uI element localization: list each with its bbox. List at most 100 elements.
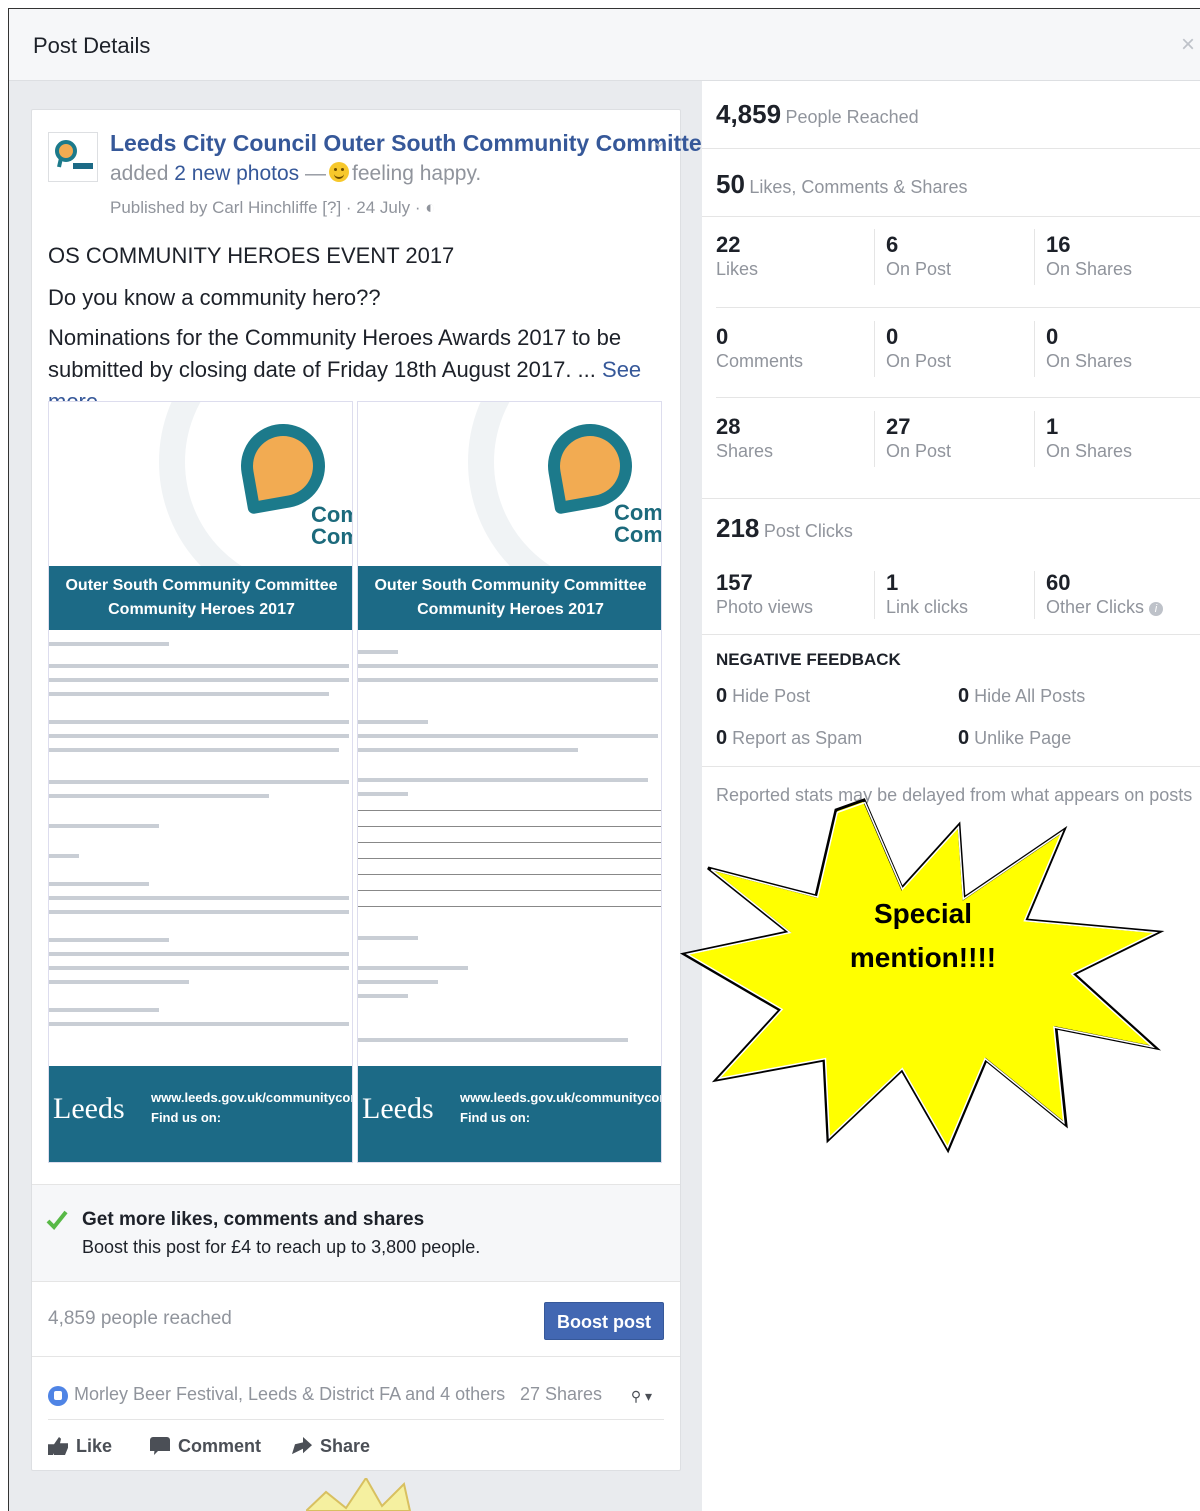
- poster-text-line: [358, 980, 438, 984]
- stat-label: On Post: [886, 351, 952, 371]
- partial-burst-bottom: [306, 1478, 412, 1511]
- divider: [874, 321, 875, 377]
- checkmark-icon: [46, 1210, 68, 1230]
- stat-label: Other Clicks i: [1046, 595, 1164, 619]
- like-label: Like: [76, 1436, 113, 1456]
- poster-photo-1[interactable]: CommComm Outer South Community Committee…: [48, 401, 353, 1163]
- boost-post-button[interactable]: Boost post: [544, 1302, 664, 1340]
- like-button[interactable]: Like: [48, 1436, 112, 1457]
- leeds-logo: Leeds: [362, 1092, 434, 1125]
- likers-link[interactable]: Morley Beer Festival, Leeds & District F…: [74, 1384, 505, 1405]
- stat-number: 1: [886, 570, 899, 595]
- stat-number: 0: [958, 685, 970, 707]
- clicks-label: Post Clicks: [763, 521, 853, 541]
- poster-text-line: [49, 896, 349, 900]
- other-clicks-label: Other Clicks: [1046, 597, 1145, 617]
- poster-text-line: [358, 994, 408, 998]
- poster-footer: Leeds www.leeds.gov.uk/communitycomm Fin…: [358, 1066, 662, 1162]
- poster-text-line: [49, 980, 189, 984]
- shares-on-shares-stat: 1 On Shares: [1046, 415, 1132, 463]
- hide-all-posts-stat: 0 Hide All Posts: [958, 685, 1085, 708]
- poster-logo-text: CommCommi: [614, 500, 662, 547]
- stat-number: 1: [1046, 414, 1059, 439]
- poster-text-line: [49, 910, 349, 914]
- photos-link[interactable]: 2 new photos: [174, 162, 299, 185]
- poster-text-line: [49, 720, 349, 724]
- poster-footer: Leeds www.leeds.gov.uk/communitycom Find…: [49, 1066, 352, 1162]
- stat-number: 0: [1046, 324, 1059, 349]
- poster-band-line1: Outer South Community Committee: [374, 577, 647, 594]
- stat-label: Shares: [716, 441, 774, 461]
- post-subtitle: added 2 new photos — feeling happy.: [110, 162, 481, 186]
- share-button[interactable]: Share: [292, 1436, 370, 1457]
- negative-feedback-title: NEGATIVE FEEDBACK: [716, 650, 901, 669]
- post-line-2: Do you know a community hero??: [48, 285, 381, 310]
- poster-form-line: [358, 810, 661, 811]
- report-spam-stat: 0 Report as Spam: [716, 727, 862, 750]
- poster-text-line: [358, 678, 658, 682]
- poster-text-line: [358, 748, 578, 752]
- divider: [874, 229, 875, 285]
- shares-count-link[interactable]: 27 Shares: [520, 1384, 602, 1405]
- poster-text-line: [49, 1008, 159, 1012]
- added-prefix: added: [110, 162, 169, 185]
- other-clicks-stat: 60 Other Clicks i: [1046, 570, 1164, 619]
- poster-photo-2[interactable]: CommCommi Outer South Community Committe…: [357, 401, 662, 1163]
- divider: [1034, 571, 1035, 619]
- modal-header: Post Details ×: [9, 9, 1200, 81]
- poster-text-line: [49, 854, 79, 858]
- poster-find-us: Find us on:: [460, 1110, 531, 1125]
- poster-text-line: [358, 720, 428, 724]
- view-as-dropdown-icon[interactable]: ⚲ ▾: [631, 1388, 652, 1405]
- poster-band-line2: Community Heroes 2017: [108, 601, 295, 618]
- stat-label: On Shares: [1046, 351, 1133, 371]
- page-name-link[interactable]: Leeds City Council Outer South Community…: [110, 130, 714, 157]
- poster-text-line: [358, 1038, 628, 1042]
- engagement-number: 50: [716, 169, 745, 199]
- stat-number: 0: [716, 685, 728, 707]
- reactions-row: Morley Beer Festival, Leeds & District F…: [48, 1368, 664, 1420]
- post-line-3-text: Nominations for the Community Heroes Awa…: [48, 325, 622, 382]
- poster-text-line: [49, 692, 329, 696]
- reach-row: 4,859 people reached Boost post: [32, 1281, 680, 1357]
- poster-form-line: [358, 842, 661, 843]
- poster-text-line: [358, 664, 658, 668]
- people-reached-text: 4,859 people reached: [48, 1308, 232, 1329]
- community-logo-icon: [55, 140, 93, 169]
- chevron-down-icon[interactable]: ⌄: [653, 132, 666, 152]
- stat-number: 16: [1046, 232, 1071, 257]
- poster-text-line: [358, 778, 648, 782]
- poster-text-line: [358, 734, 658, 738]
- poster-text-line: [358, 936, 418, 940]
- comment-button[interactable]: Comment: [150, 1436, 261, 1457]
- stat-label: Unlike Page: [974, 728, 1072, 748]
- share-label: Share: [320, 1436, 371, 1456]
- poster-text-line: [49, 642, 169, 646]
- divider: [716, 397, 1200, 398]
- poster-text-line: [49, 882, 149, 886]
- poster-band-line1: Outer South Community Committee: [65, 577, 338, 594]
- stat-number: 22: [716, 232, 741, 257]
- post-line-1: OS COMMUNITY HEROES EVENT 2017: [48, 243, 455, 268]
- poster-form-line: [358, 826, 661, 827]
- stat-number: 0: [716, 324, 729, 349]
- stat-number: 60: [1046, 570, 1071, 595]
- special-mention-line2: mention!!!!: [849, 942, 997, 973]
- info-icon[interactable]: i: [1149, 602, 1164, 616]
- shares-stat: 28 Shares: [716, 415, 773, 463]
- special-mention-text: Special mention!!!!: [820, 892, 1026, 980]
- page-avatar[interactable]: [48, 132, 98, 182]
- close-icon[interactable]: ×: [1181, 31, 1195, 59]
- stat-label: Hide All Posts: [974, 686, 1086, 706]
- divider: [1034, 229, 1035, 285]
- stat-label: Report as Spam: [732, 728, 863, 748]
- poster-url: www.leeds.gov.uk/communitycomm: [460, 1090, 662, 1105]
- unlike-page-stat: 0 Unlike Page: [958, 727, 1071, 750]
- stat-number: 0: [716, 727, 728, 749]
- poster-text-line: [49, 794, 269, 798]
- boost-tip-subtitle: Boost this post for £4 to reach up to 3,…: [82, 1237, 481, 1257]
- poster-text-line: [49, 938, 169, 942]
- stat-label: On Shares: [1046, 441, 1133, 461]
- post-photos[interactable]: CommComm Outer South Community Committee…: [48, 401, 666, 1163]
- photo-views-stat: 157 Photo views: [716, 571, 813, 619]
